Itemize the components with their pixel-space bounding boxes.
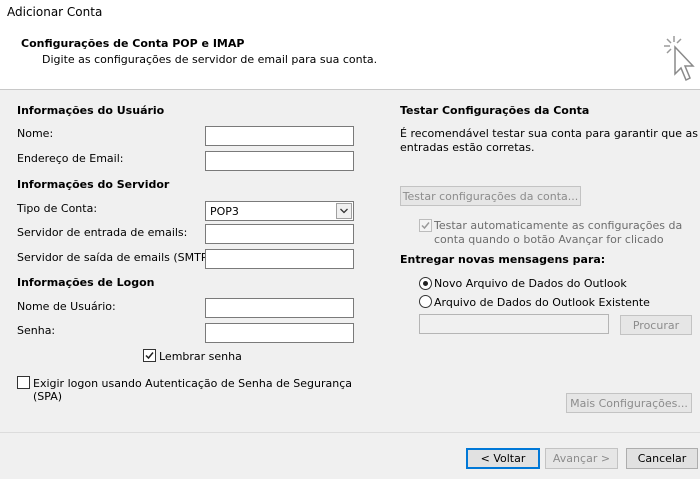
test-settings-heading: Testar Configurações da Conta xyxy=(400,104,590,117)
outgoing-server-label: Servidor de saída de emails (SMTP): xyxy=(17,251,216,264)
title-bar: Adicionar Conta xyxy=(0,0,700,26)
password-label: Senha: xyxy=(17,324,56,337)
account-type-value: POP3 xyxy=(210,205,239,218)
auto-test-label-line2: conta quando o botão Avançar for clicado xyxy=(434,233,664,246)
radio-new-data-file-label: Novo Arquivo de Dados do Outlook xyxy=(434,277,627,290)
chevron-down-icon xyxy=(340,208,348,214)
account-type-label: Tipo de Conta: xyxy=(17,202,98,215)
username-input[interactable] xyxy=(205,298,354,318)
next-button[interactable]: Avançar > xyxy=(545,448,618,469)
header-title: Configurações de Conta POP e IMAP xyxy=(21,37,245,50)
server-info-heading: Informações do Servidor xyxy=(17,178,170,191)
name-label: Nome: xyxy=(17,127,54,140)
spa-checkbox[interactable] xyxy=(17,376,30,389)
radio-new-data-file[interactable] xyxy=(419,277,432,290)
spa-label-line1: Exigir logon usando Autenticação de Senh… xyxy=(33,377,353,390)
back-button[interactable]: < Voltar xyxy=(466,448,540,469)
browse-button[interactable]: Procurar xyxy=(620,315,692,335)
radio-existing-data-file-label: Arquivo de Dados do Outlook Existente xyxy=(434,296,650,309)
remember-password-label: Lembrar senha xyxy=(159,350,242,363)
email-label: Endereço de Email: xyxy=(17,152,124,165)
logon-info-heading: Informações de Logon xyxy=(17,276,155,289)
username-label: Nome de Usuário: xyxy=(17,300,116,313)
test-desc-line1: É recomendável testar sua conta para gar… xyxy=(400,127,698,140)
outgoing-server-input[interactable] xyxy=(205,249,354,269)
incoming-server-input[interactable] xyxy=(205,224,354,244)
checkmark-icon xyxy=(145,352,154,360)
password-input[interactable] xyxy=(205,323,354,343)
data-file-path-input[interactable] xyxy=(419,314,609,334)
cancel-button[interactable]: Cancelar xyxy=(626,448,698,469)
click-cursor-icon xyxy=(664,36,695,82)
checkmark-icon xyxy=(421,222,430,230)
radio-existing-data-file[interactable] xyxy=(419,295,432,308)
dropdown-button[interactable] xyxy=(336,203,352,219)
name-input[interactable] xyxy=(205,126,354,146)
email-input[interactable] xyxy=(205,151,354,171)
user-info-heading: Informações do Usuário xyxy=(17,104,165,117)
auto-test-checkbox[interactable] xyxy=(419,219,432,232)
delivery-heading: Entregar novas mensagens para: xyxy=(400,253,606,266)
remember-password-checkbox[interactable] xyxy=(143,349,156,362)
auto-test-label-line1: Testar automaticamente as configurações … xyxy=(434,219,683,232)
incoming-server-label: Servidor de entrada de emails: xyxy=(17,226,188,239)
dialog-header: Configurações de Conta POP e IMAP Digite… xyxy=(0,26,700,90)
test-account-button[interactable]: Testar configurações da conta... xyxy=(400,186,581,206)
test-desc-line2: entradas estão corretas. xyxy=(400,141,535,154)
header-subtitle: Digite as configurações de servidor de e… xyxy=(42,53,378,66)
account-type-select[interactable]: POP3 xyxy=(205,201,354,221)
more-settings-button[interactable]: Mais Configurações... xyxy=(566,393,692,413)
footer-divider xyxy=(0,432,700,433)
window-title: Adicionar Conta xyxy=(7,5,103,19)
radio-selected-dot xyxy=(423,281,428,286)
spa-label-line2: (SPA) xyxy=(33,390,63,403)
